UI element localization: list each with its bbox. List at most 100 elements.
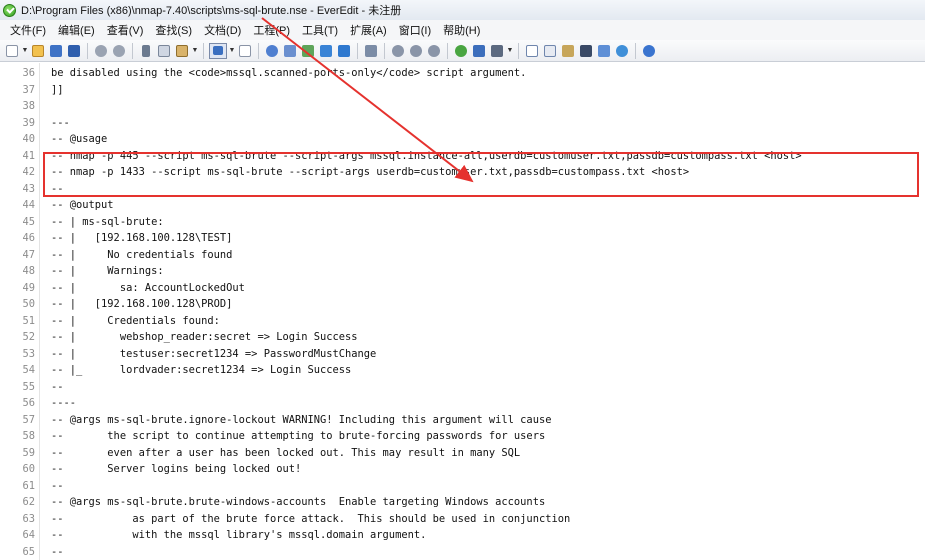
menu-window[interactable]: 窗口(I) (393, 22, 437, 38)
line-number: 61 (22, 479, 35, 492)
find-icon[interactable] (264, 43, 280, 59)
menu-view[interactable]: 查看(V) (101, 22, 150, 38)
redo-icon[interactable] (111, 43, 127, 59)
plugin-icon[interactable] (426, 43, 442, 59)
code-text: -- | [192.168.100.128\PROD] (51, 298, 233, 310)
code-line[interactable]: 53 -- | testuser:secret1234 => PasswordMu… (0, 346, 925, 362)
code-line[interactable]: 44 -- @output (0, 197, 925, 213)
code-text: ]] (51, 83, 64, 96)
code-text: -- | Warnings: (51, 265, 164, 277)
line-number: 44 (22, 199, 35, 211)
code-line[interactable]: 50 -- | [192.168.100.128\PROD] (0, 296, 925, 312)
everedit-app-icon (3, 3, 16, 17)
menu-search[interactable]: 查找(S) (149, 22, 198, 38)
code-text: ---- (51, 397, 77, 409)
tools-icon[interactable] (471, 43, 487, 59)
code-text: --- (51, 116, 70, 129)
menu-project[interactable]: 工程(P) (247, 22, 296, 38)
menu-help[interactable]: 帮助(H) (437, 22, 486, 38)
code-line[interactable]: 65 -- (0, 544, 925, 560)
line-number: 57 (22, 413, 35, 426)
save-all-icon[interactable] (66, 43, 82, 59)
code-line[interactable]: 60 -- Server logins being locked out! (0, 461, 925, 477)
bookmark-icon[interactable] (318, 43, 334, 59)
menu-document[interactable]: 文档(D) (198, 22, 247, 38)
code-line[interactable]: 45 -- | ms-sql-brute: (0, 214, 925, 230)
line-number: 59 (22, 446, 35, 459)
code-line[interactable]: 56 ---- (0, 395, 925, 411)
code-line[interactable]: 51 -- | Credentials found: (0, 313, 925, 329)
replace-icon[interactable] (300, 43, 316, 59)
code-line[interactable]: 36 be disabled using the <code>mssql.scan… (0, 65, 925, 81)
script-icon[interactable] (390, 43, 406, 59)
project-icon[interactable] (578, 43, 594, 59)
view-mode-icon[interactable] (209, 42, 227, 59)
code-line[interactable]: 48 -- | Warnings: (0, 263, 925, 279)
code-line[interactable]: 52 -- | webshop_reader:secret => Login Su… (0, 329, 925, 345)
code-line[interactable]: 58 -- the script to continue attempting t… (0, 428, 925, 444)
line-number: 51 (22, 314, 35, 327)
help-icon[interactable] (641, 43, 657, 59)
clip-icon[interactable] (336, 43, 352, 59)
globe-icon[interactable] (614, 43, 630, 59)
tools-dropdown-icon[interactable]: ▼ (507, 43, 514, 59)
code-line[interactable]: 55 -- (0, 379, 925, 395)
file-panel-icon[interactable] (542, 43, 558, 59)
window-title: D:\Program Files (x86)\nmap-7.40\scripts… (21, 5, 402, 17)
compare-icon[interactable] (524, 43, 540, 59)
code-line[interactable]: 54 -- |_ lordvader:secret1234 => Login Su… (0, 362, 925, 378)
menu-edit[interactable]: 编辑(E) (52, 22, 101, 38)
code-line[interactable]: 57 -- @args ms-sql-brute.ignore-lockout W… (0, 412, 925, 428)
toolbar-separator (203, 42, 204, 59)
cut-icon[interactable] (138, 43, 154, 59)
code-text: -- @args ms-sql-brute.brute-windows-acco… (51, 496, 546, 508)
settings-icon[interactable] (408, 43, 424, 59)
menu-file[interactable]: 文件(F) (4, 22, 52, 38)
code-text: -- | sa: AccountLockedOut (51, 281, 245, 294)
code-text: -- (51, 545, 64, 558)
code-line[interactable]: 39 --- (0, 115, 925, 131)
code-text: -- | testuser:secret1234 => PasswordMust… (51, 347, 377, 360)
toolbar-separator (357, 42, 358, 59)
menu-extensions[interactable]: 扩展(A) (344, 22, 393, 38)
output-icon[interactable] (560, 43, 576, 59)
line-number: 36 (22, 67, 35, 79)
code-text: -- | ms-sql-brute: (51, 215, 164, 228)
new-file-icon[interactable] (4, 43, 20, 59)
code-line[interactable]: 47 -- | No credentials found (0, 247, 925, 263)
editor-area[interactable]: 36 be disabled using the <code>mssql.scan… (0, 63, 925, 560)
code-line[interactable]: 40 -- @usage (0, 131, 925, 147)
code-line[interactable]: 46 -- | [192.168.100.128\TEST] (0, 230, 925, 246)
line-number: 39 (22, 116, 35, 129)
code-line[interactable]: 64 -- with the mssql library's mssql.doma… (0, 527, 925, 543)
open-folder-icon[interactable] (30, 43, 46, 59)
view-mode-dropdown-icon[interactable]: ▼ (229, 43, 236, 59)
copy-icon[interactable] (156, 43, 172, 59)
code-line[interactable]: 37]] (0, 82, 925, 98)
menu-tools[interactable]: 工具(T) (296, 22, 344, 38)
line-number: 48 (22, 265, 35, 277)
undo-icon[interactable] (93, 43, 109, 59)
column-mode-icon[interactable] (237, 43, 253, 59)
line-number: 37 (22, 83, 35, 96)
code-text: -- |_ lordvader:secret1234 => Login Succ… (51, 364, 352, 376)
code-text: be disabled using the <code>mssql.scanne… (51, 67, 527, 79)
paste-dropdown-icon[interactable]: ▼ (192, 43, 199, 59)
code-line[interactable]: 38 (0, 98, 925, 114)
code-line[interactable]: 62 -- @args ms-sql-brute.brute-windows-ac… (0, 494, 925, 510)
title-bar: D:\Program Files (x86)\nmap-7.40\scripts… (0, 0, 925, 20)
find-in-files-icon[interactable] (282, 43, 298, 59)
code-line[interactable]: 63 -- as part of the brute force attack. … (0, 511, 925, 527)
paste-icon[interactable] (174, 43, 190, 59)
browser-icon[interactable] (453, 43, 469, 59)
code-line[interactable]: 61 -- (0, 478, 925, 494)
new-file-dropdown-icon[interactable]: ▼ (22, 43, 29, 59)
code-text: -- | webshop_reader:secret => Login Succ… (51, 331, 358, 343)
terminal-icon[interactable] (489, 43, 505, 59)
wrap-icon[interactable] (363, 43, 379, 59)
save-icon[interactable] (48, 43, 64, 59)
toolbar: ▼ ▼ ▼ ▼ (0, 40, 925, 62)
code-line[interactable]: 49 -- | sa: AccountLockedOut (0, 280, 925, 296)
code-line[interactable]: 59 -- even after a user has been locked o… (0, 445, 925, 461)
web-icon[interactable] (596, 43, 612, 59)
